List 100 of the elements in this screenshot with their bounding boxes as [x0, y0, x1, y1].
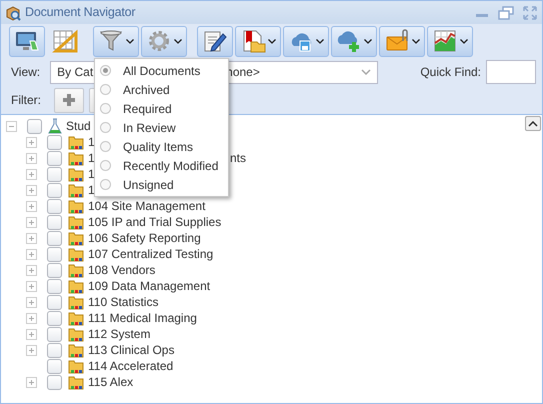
tree-checkbox[interactable] — [47, 214, 62, 230]
maximize-icon[interactable] — [522, 4, 538, 20]
menu-item[interactable]: Required — [95, 99, 228, 118]
caret-icon — [412, 38, 420, 44]
view-label: View: — [11, 64, 40, 81]
expand-icon[interactable] — [26, 280, 37, 292]
tree-item-label[interactable]: nts — [230, 149, 246, 167]
tree-item-label[interactable]: 109 Data Management — [88, 277, 210, 295]
expand-icon[interactable] — [26, 232, 37, 244]
add-filter-button[interactable] — [54, 88, 84, 112]
tree-item-label[interactable]: 111 Medical Imaging — [88, 309, 197, 327]
collapse-icon[interactable] — [6, 120, 17, 132]
tree-checkbox[interactable] — [47, 326, 62, 342]
tree-checkbox[interactable] — [47, 150, 62, 166]
expand-icon[interactable] — [26, 152, 37, 164]
folder-icon — [68, 294, 84, 310]
tree-item-label[interactable]: 1 — [88, 181, 95, 199]
mail-menu-button[interactable] — [379, 26, 425, 56]
expand-icon[interactable] — [26, 136, 37, 148]
caret-icon — [364, 38, 372, 44]
tree-item-label[interactable]: Stud — [66, 117, 91, 135]
tree-item-label[interactable]: 104 Site Management — [88, 197, 206, 215]
folder-icon — [68, 358, 84, 374]
cloud-add-menu-button[interactable] — [331, 26, 377, 56]
menu-item[interactable]: Unsigned — [95, 175, 228, 194]
tree-item-label[interactable]: 107 Centralized Testing — [88, 245, 214, 263]
folder-icon — [68, 374, 84, 390]
funnel-icon — [98, 29, 124, 53]
scroll-up-button[interactable] — [525, 116, 541, 131]
chart-icon — [432, 29, 458, 53]
caret-icon — [316, 38, 324, 44]
restore-icon[interactable] — [498, 4, 514, 20]
menu-item[interactable]: Recently Modified — [95, 156, 228, 175]
flask-icon — [48, 118, 62, 134]
chevron-up-icon — [528, 120, 538, 126]
tree-checkbox[interactable] — [47, 278, 62, 294]
tree-checkbox[interactable] — [47, 182, 62, 198]
expand-icon[interactable] — [26, 200, 37, 212]
folder-icon — [68, 150, 84, 166]
folder-icon — [68, 342, 84, 358]
folder-icon — [68, 214, 84, 230]
tree-checkbox[interactable] — [47, 166, 62, 182]
plus-icon — [62, 93, 76, 107]
tree-item-label[interactable]: 113 Clinical Ops — [88, 341, 174, 359]
filter-label: Filter: — [11, 92, 41, 109]
tree-checkbox[interactable] — [47, 342, 62, 358]
tree-item-label[interactable]: 106 Safety Reporting — [88, 229, 201, 247]
gear-menu-button[interactable] — [141, 26, 187, 56]
cloud-save-menu-button[interactable] — [283, 26, 329, 56]
menu-item[interactable]: Quality Items — [95, 137, 228, 156]
expand-icon[interactable] — [26, 344, 37, 356]
folder-icon — [68, 230, 84, 246]
expand-icon[interactable] — [26, 312, 37, 324]
window-title: Document Navigator — [25, 4, 136, 22]
app-icon — [5, 4, 21, 20]
tree-checkbox[interactable] — [47, 246, 62, 262]
expand-icon[interactable] — [26, 264, 37, 276]
folder-icon — [68, 310, 84, 326]
folder-icon — [68, 198, 84, 214]
expand-icon[interactable] — [26, 248, 37, 260]
pdf-folder-icon — [240, 29, 266, 53]
tree-item-label[interactable]: 115 Alex — [88, 373, 134, 391]
edit-icon — [202, 29, 228, 53]
tree-checkbox[interactable] — [47, 374, 62, 390]
folder-icon — [68, 246, 84, 262]
expand-icon[interactable] — [26, 296, 37, 308]
tree-item-label[interactable]: 110 Statistics — [88, 293, 158, 311]
funnel-menu-button[interactable] — [93, 26, 139, 56]
tree-item-label[interactable]: 1 — [88, 133, 95, 151]
folder-icon — [68, 326, 84, 342]
expand-icon[interactable] — [26, 168, 37, 180]
mail-icon — [384, 29, 410, 53]
tree-checkbox[interactable] — [47, 358, 62, 374]
folder-icon — [68, 134, 84, 150]
tree-item-label[interactable]: 112 System — [88, 325, 150, 343]
tree-checkbox[interactable] — [47, 310, 62, 326]
pdf-folder-menu-button[interactable] — [235, 26, 281, 56]
monitor-icon — [14, 29, 40, 53]
expand-icon[interactable] — [26, 328, 37, 340]
caret-icon — [268, 38, 276, 44]
expand-icon[interactable] — [26, 216, 37, 228]
tree-checkbox[interactable] — [47, 262, 62, 278]
menu-item[interactable]: In Review — [95, 118, 228, 137]
tree-item-label[interactable]: 114 Accelerated — [88, 357, 174, 375]
quick-find-field[interactable] — [486, 60, 536, 84]
monitor-button[interactable] — [9, 26, 45, 56]
tree-item-label[interactable]: 105 IP and Trial Supplies — [88, 213, 222, 231]
tree-checkbox[interactable] — [47, 294, 62, 310]
tree-checkbox[interactable] — [27, 118, 42, 134]
tree-checkbox[interactable] — [47, 230, 62, 246]
tree-checkbox[interactable] — [47, 198, 62, 214]
tree-item-label[interactable]: 108 Vendors — [88, 261, 156, 279]
expand-icon[interactable] — [26, 184, 37, 196]
tree-checkbox[interactable] — [47, 134, 62, 150]
edit-button[interactable] — [197, 26, 233, 56]
quick-find-label: Quick Find: — [420, 64, 481, 81]
chart-menu-button[interactable] — [427, 26, 473, 56]
folder-icon — [68, 182, 84, 198]
expand-icon[interactable] — [26, 376, 37, 388]
tree-item-label[interactable]: 1 — [88, 165, 95, 183]
